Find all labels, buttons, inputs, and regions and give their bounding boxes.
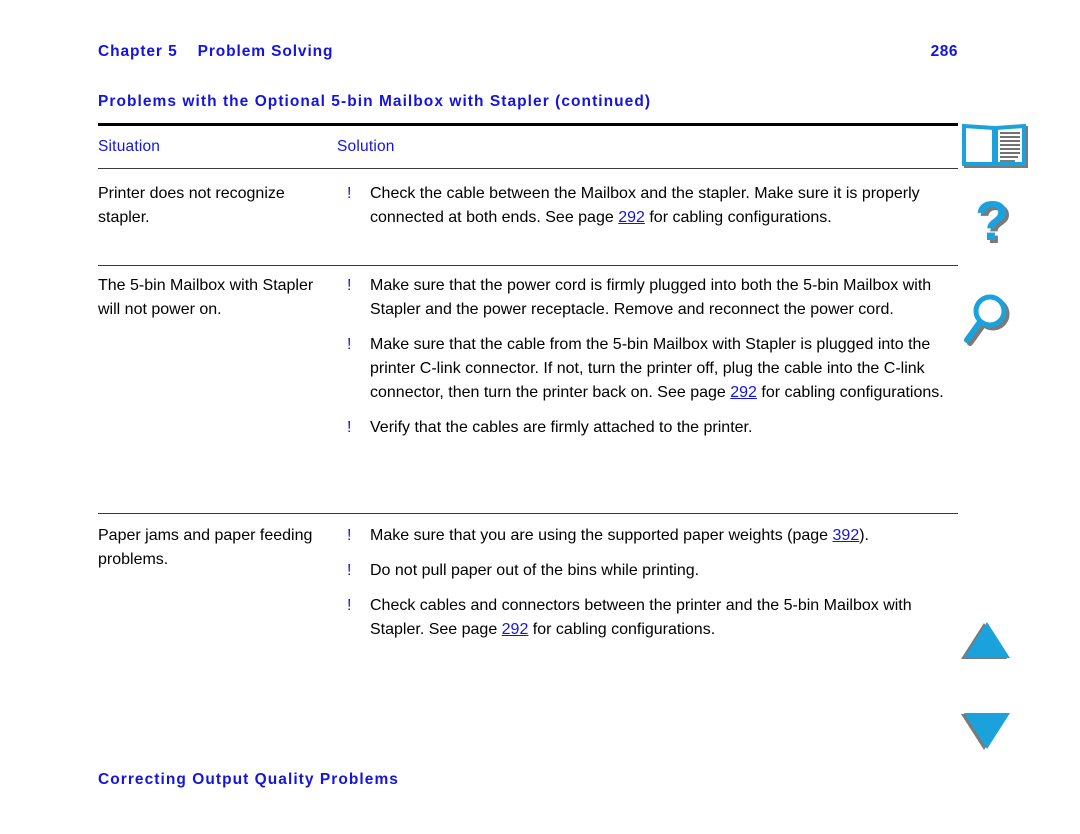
list-item-text-pre: Do not pull paper out of the bins while … [370,562,700,579]
page-cross-reference[interactable]: 292 [730,384,757,401]
chapter-breadcrumb: Chapter 5 Problem Solving [98,43,333,61]
column-header-solution: Solution [337,138,395,155]
book-icon[interactable] [960,122,1050,174]
table-header-row: Situation Solution [98,138,958,160]
bullet-marker: ! [347,277,352,294]
page-cross-reference[interactable]: 292 [502,621,529,638]
table-row: Paper jams and paper feeding problems. !… [98,524,958,694]
table-row: The 5-bin Mailbox with Stapler will not … [98,274,958,506]
list-item-text-pre: Verify that the cables are firmly attach… [370,419,753,436]
column-header-situation: Situation [98,138,161,155]
chapter-label: Chapter 5 [98,43,178,60]
list-item: ! Do not pull paper out of the bins while… [337,559,958,583]
magnifier-icon[interactable] [960,290,1050,354]
table-row: Printer does not recognize stapler. ! Che… [98,182,958,260]
list-item: ! Make sure that the power cord is firmly… [337,274,958,322]
list-item: ! Check the cable between the Mailbox and… [337,182,958,230]
page-cross-reference[interactable]: 392 [833,527,860,544]
bullet-marker: ! [347,419,352,436]
list-item-text-post: for cabling configurations. [644,209,832,226]
bullet-marker: ! [347,597,352,614]
chapter-title: Problem Solving [197,43,334,60]
next-section-heading: Correcting Output Quality Problems [98,771,399,788]
svg-text:?: ? [975,199,1009,252]
list-item-text-pre: Make sure that the power cord is firmly … [370,277,932,318]
list-item-text-pre: Make sure that you are using the support… [370,527,833,544]
list-item-text-post: for cabling configurations. [528,621,716,638]
cell-situation: The 5-bin Mailbox with Stapler will not … [98,277,314,318]
cell-situation: Paper jams and paper feeding problems. [98,527,313,568]
list-item: ! Verify that the cables are firmly attac… [337,416,958,440]
triangle-down-icon[interactable] [960,710,1050,754]
navigation-rail: ? ? [960,0,1056,834]
running-header: Chapter 5 Problem Solving 286 [98,43,958,69]
document-page: Chapter 5 Problem Solving 286 Problems wi… [0,0,1080,834]
table-header-divider [98,168,958,169]
section-title: Problems with the Optional 5-bin Mailbox… [98,93,652,110]
list-item-text-post: ). [859,527,869,544]
list-item: ! Check cables and connectors between the… [337,594,958,642]
section-rule [98,123,958,126]
table-row-divider [98,265,958,266]
triangle-up-icon[interactable] [960,619,1050,663]
page-cross-reference[interactable]: 292 [618,209,645,226]
bullet-marker: ! [347,336,352,353]
cell-solution: ! Make sure that the power cord is firmly… [337,274,958,440]
list-item-text-post: for cabling configurations. [756,384,944,401]
table-row-divider [98,513,958,514]
cell-situation: Printer does not recognize stapler. [98,185,285,226]
page-number: 286 [930,43,958,60]
bullet-marker: ! [347,562,352,579]
list-item: ! Make sure that you are using the suppor… [337,524,958,548]
bullet-marker: ! [347,185,352,202]
cell-solution: ! Check the cable between the Mailbox and… [337,182,958,230]
question-mark-icon[interactable]: ? ? [960,199,1050,261]
list-item: ! Make sure that the cable from the 5-bin… [337,333,958,405]
bullet-marker: ! [347,527,352,544]
cell-solution: ! Make sure that you are using the suppor… [337,524,958,642]
